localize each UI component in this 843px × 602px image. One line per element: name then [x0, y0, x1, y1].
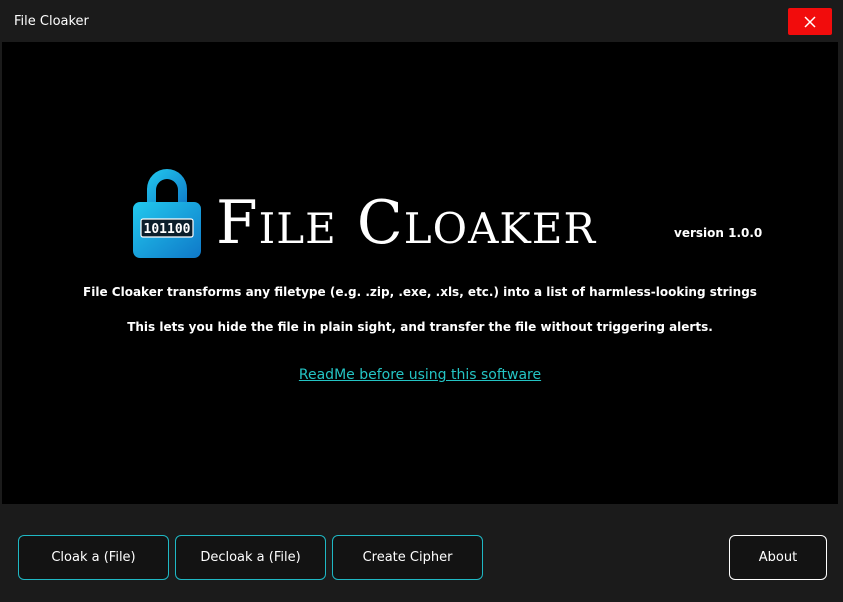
- readme-link[interactable]: ReadMe before using this software: [2, 366, 838, 384]
- padlock-icon: 101100: [133, 169, 201, 258]
- title-bar: File Cloaker: [0, 0, 843, 42]
- create-cipher-button[interactable]: Create Cipher: [332, 535, 483, 580]
- lock-code-text: 101100: [144, 222, 191, 237]
- about-button[interactable]: About: [729, 535, 827, 580]
- cloak-file-button[interactable]: Cloak a (File): [18, 535, 169, 580]
- window-title: File Cloaker: [14, 14, 89, 29]
- close-icon: [804, 15, 816, 28]
- decloak-file-button[interactable]: Decloak a (File): [175, 535, 326, 580]
- description-line-2: This lets you hide the file in plain sig…: [127, 320, 713, 334]
- description-line-1: File Cloaker transforms any filetype (e.…: [83, 285, 757, 299]
- app-name-heading: File Cloaker: [216, 188, 597, 258]
- close-button[interactable]: [788, 8, 832, 35]
- version-label: version 1.0.0: [674, 226, 763, 240]
- app-window: File Cloaker 101100 File Cloaker version…: [0, 0, 843, 602]
- main-panel: 101100 File Cloaker version 1.0.0 File C…: [2, 42, 838, 504]
